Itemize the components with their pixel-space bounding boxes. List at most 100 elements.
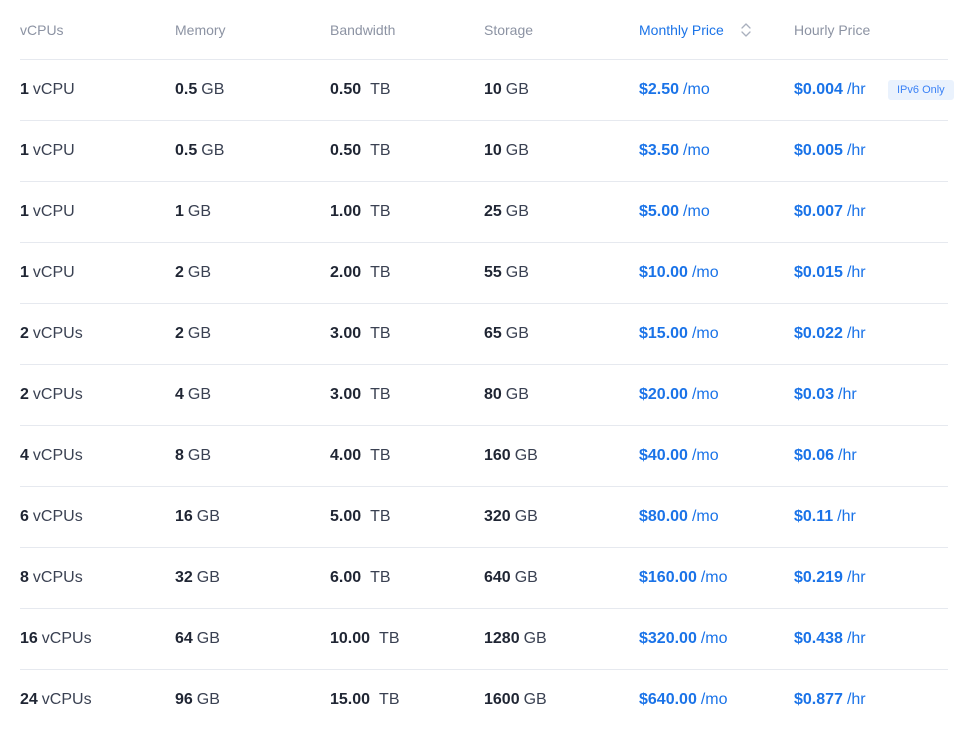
bandwidth-cell-value: 10.00 xyxy=(330,630,371,647)
storage-cell: 25 GB xyxy=(484,182,529,242)
memory-cell: 2 GB xyxy=(175,243,211,303)
vcpu-cell: 1 vCPU xyxy=(20,182,75,242)
hourly-price-cell-unit: /hr xyxy=(846,264,866,281)
monthly-price-cell-value: $160.00 xyxy=(639,569,697,586)
bandwidth-cell: 3.00 TB xyxy=(330,304,391,364)
storage-cell-unit: GB xyxy=(505,142,529,159)
memory-cell: 0.5 GB xyxy=(175,60,224,120)
monthly-price-cell-value: $5.00 xyxy=(639,203,680,220)
ipv6-only-badge: IPv6 Only xyxy=(888,80,954,100)
monthly-price-cell-unit: /mo xyxy=(691,386,719,403)
bandwidth-cell-unit: TB xyxy=(370,447,391,464)
vcpu-cell: 2 vCPUs xyxy=(20,365,83,425)
storage-cell: 640 GB xyxy=(484,548,538,608)
hourly-price-cell: $0.219/hr xyxy=(794,548,866,608)
table-row[interactable]: 1 vCPU 0.5 GB 0.50 TB 10 GB $2.50/mo $0.004/hr IPv… xyxy=(20,60,954,121)
hourly-price-cell-value: $0.005 xyxy=(794,142,843,159)
vcpu-cell-unit: vCPU xyxy=(32,264,75,281)
monthly-price-cell-unit: /mo xyxy=(691,508,719,525)
storage-cell: 10 GB xyxy=(484,121,529,181)
vcpu-cell: 8 vCPUs xyxy=(20,548,83,608)
vcpu-cell: 1 vCPU xyxy=(20,121,75,181)
hourly-price-cell: $0.06/hr xyxy=(794,426,857,486)
header-storage[interactable]: Storage xyxy=(484,0,533,59)
hourly-price-cell-unit: /hr xyxy=(846,81,866,98)
memory-cell-unit: GB xyxy=(196,569,220,586)
memory-cell: 8 GB xyxy=(175,426,211,486)
storage-cell-value: 1280 xyxy=(484,630,520,647)
storage-cell: 55 GB xyxy=(484,243,529,303)
storage-cell: 65 GB xyxy=(484,304,529,364)
hourly-price-cell-unit: /hr xyxy=(846,325,866,342)
table-row[interactable]: 6 vCPUs 16 GB 5.00 TB 320 GB $80.00/mo $0.11/hr xyxy=(20,487,948,548)
monthly-price-cell-value: $2.50 xyxy=(639,81,680,98)
monthly-price-cell: $20.00/mo xyxy=(639,365,719,425)
storage-cell-value: 160 xyxy=(484,447,511,464)
bandwidth-cell-unit: TB xyxy=(370,569,391,586)
memory-cell-value: 4 xyxy=(175,386,184,403)
header-vcpus[interactable]: vCPUs xyxy=(20,0,64,59)
table-row[interactable]: 1 vCPU 2 GB 2.00 TB 55 GB $10.00/mo $0.015/hr xyxy=(20,243,948,304)
table-row[interactable]: 8 vCPUs 32 GB 6.00 TB 640 GB $160.00/mo $0.219/hr xyxy=(20,548,948,609)
hourly-price-cell-unit: /hr xyxy=(838,447,857,464)
vcpu-cell-value: 1 xyxy=(20,142,29,159)
memory-cell: 16 GB xyxy=(175,487,220,547)
vcpu-cell-unit: vCPUs xyxy=(32,386,83,403)
bandwidth-cell-unit: TB xyxy=(379,630,400,647)
table-body: 1 vCPU 0.5 GB 0.50 TB 10 GB $2.50/mo $0.004/hr IPv… xyxy=(20,60,954,730)
storage-cell-unit: GB xyxy=(523,691,547,708)
header-monthly-price[interactable]: Monthly Price xyxy=(639,0,752,59)
memory-cell: 32 GB xyxy=(175,548,220,608)
hourly-price-cell-unit: /hr xyxy=(846,142,866,159)
table-header: vCPUs Memory Bandwidth Storage Monthly P… xyxy=(20,0,948,60)
memory-cell-unit: GB xyxy=(187,264,212,281)
memory-cell-unit: GB xyxy=(196,508,220,525)
storage-cell-value: 10 xyxy=(484,142,502,159)
header-bandwidth[interactable]: Bandwidth xyxy=(330,0,395,59)
storage-cell: 160 GB xyxy=(484,426,538,486)
monthly-price-cell: $3.50/mo xyxy=(639,121,710,181)
bandwidth-cell-value: 3.00 xyxy=(330,386,362,403)
vcpu-cell: 6 vCPUs xyxy=(20,487,83,547)
sort-updown-icon[interactable] xyxy=(740,21,752,39)
memory-cell-value: 64 xyxy=(175,630,193,647)
storage-cell-unit: GB xyxy=(505,81,529,98)
monthly-price-cell: $10.00/mo xyxy=(639,243,719,303)
bandwidth-cell-value: 2.00 xyxy=(330,264,362,281)
monthly-price-cell-unit: /mo xyxy=(683,142,710,159)
bandwidth-cell-value: 0.50 xyxy=(330,142,362,159)
memory-cell-unit: GB xyxy=(187,325,212,342)
storage-cell: 1280 GB xyxy=(484,609,547,669)
vcpu-cell-unit: vCPUs xyxy=(32,325,83,342)
hourly-price-cell: $0.015/hr xyxy=(794,243,866,303)
memory-cell-unit: GB xyxy=(201,142,225,159)
hourly-price-cell-value: $0.015 xyxy=(794,264,843,281)
table-row[interactable]: 1 vCPU 0.5 GB 0.50 TB 10 GB $3.50/mo $0.005/hr xyxy=(20,121,948,182)
bandwidth-cell-value: 15.00 xyxy=(330,691,371,708)
storage-cell-unit: GB xyxy=(514,569,538,586)
vcpu-cell-unit: vCPUs xyxy=(41,630,92,647)
monthly-price-cell-unit: /mo xyxy=(700,630,728,647)
table-row[interactable]: 2 vCPUs 4 GB 3.00 TB 80 GB $20.00/mo $0.03/hr xyxy=(20,365,948,426)
memory-cell-unit: GB xyxy=(196,691,220,708)
vcpu-cell: 1 vCPU xyxy=(20,243,75,303)
bandwidth-cell-unit: TB xyxy=(370,325,391,342)
storage-cell-unit: GB xyxy=(514,447,538,464)
table-row[interactable]: 2 vCPUs 2 GB 3.00 TB 65 GB $15.00/mo $0.022/hr xyxy=(20,304,948,365)
hourly-price-cell-unit: /hr xyxy=(846,691,866,708)
memory-cell: 2 GB xyxy=(175,304,211,364)
bandwidth-cell: 2.00 TB xyxy=(330,243,391,303)
header-memory[interactable]: Memory xyxy=(175,0,226,59)
table-row[interactable]: 16 vCPUs 64 GB 10.00 TB 1280 GB $320.00/mo $0.438… xyxy=(20,609,948,670)
hourly-price-cell: $0.004/hr xyxy=(794,60,866,120)
table-row[interactable]: 1 vCPU 1 GB 1.00 TB 25 GB $5.00/mo $0.007/hr xyxy=(20,182,948,243)
memory-cell-value: 2 xyxy=(175,264,184,281)
table-row[interactable]: 24 vCPUs 96 GB 15.00 TB 1600 GB $640.00/mo $0.877… xyxy=(20,670,948,730)
hourly-price-cell-value: $0.219 xyxy=(794,569,843,586)
storage-cell-unit: GB xyxy=(505,386,529,403)
hourly-price-cell: $0.022/hr xyxy=(794,304,866,364)
table-row[interactable]: 4 vCPUs 8 GB 4.00 TB 160 GB $40.00/mo $0.06/hr xyxy=(20,426,948,487)
header-hourly-price[interactable]: Hourly Price xyxy=(794,0,870,59)
hourly-price-cell: $0.005/hr xyxy=(794,121,866,181)
bandwidth-cell: 15.00 TB xyxy=(330,670,400,730)
